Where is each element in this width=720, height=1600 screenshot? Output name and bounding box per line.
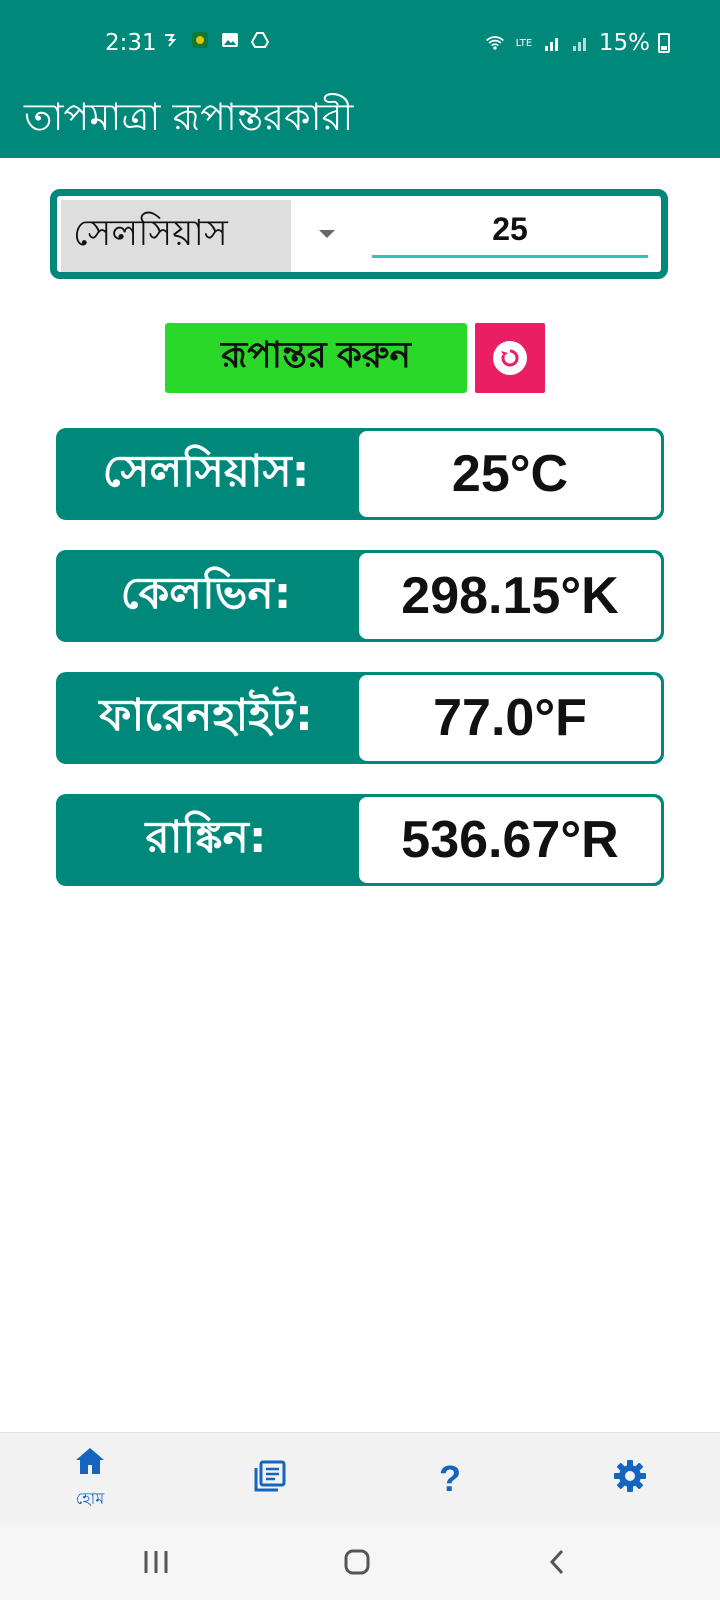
app-title: তাপমাত্রা রূপান্তরকারী: [24, 95, 354, 139]
result-row-kelvin: কেলভিন: 298.15°K: [56, 550, 664, 642]
status-system-icons: LTE 15%: [485, 30, 670, 56]
signal-icon: [571, 33, 591, 53]
bottom-navigation: হোম ?: [0, 1432, 720, 1524]
status-time: 2:31: [105, 30, 157, 56]
back-icon[interactable]: [527, 1542, 587, 1582]
help-icon: ?: [439, 1458, 461, 1499]
unit-dropdown-value: সেলসিয়াস: [73, 213, 228, 254]
dropdown-arrow-icon[interactable]: [319, 230, 335, 238]
library-icon: [253, 1459, 287, 1499]
volte-icon: LTE: [515, 37, 533, 49]
settings-icon: [613, 1459, 647, 1499]
app-icon: [190, 30, 210, 50]
app-root: 2:31 LTE 15% তাপমাত্রা রূপান্তরকারী সেলস…: [0, 0, 720, 1600]
nav-label-home: হোম: [75, 1488, 105, 1508]
result-value: 25°C: [359, 431, 661, 517]
recent-apps-icon[interactable]: [126, 1542, 186, 1582]
convert-button[interactable]: রূপান্তর করুন: [165, 323, 467, 393]
input-card: সেলসিয়াস: [50, 189, 668, 279]
signal-icon: [543, 33, 563, 53]
unit-dropdown[interactable]: সেলসিয়াস: [61, 200, 291, 272]
result-row-fahrenheit: ফারেনহাইট: 77.0°F: [56, 672, 664, 764]
result-value: 298.15°K: [359, 553, 661, 639]
nav-item-help[interactable]: ?: [390, 1433, 510, 1525]
result-label: রাঙ্কিন:: [145, 811, 267, 863]
result-label: সেলসিয়াস:: [102, 445, 310, 497]
result-row-celsius: সেলসিয়াস: 25°C: [56, 428, 664, 520]
nav-item-settings[interactable]: [570, 1433, 690, 1525]
drive-icon: [250, 30, 270, 50]
battery-icon: [658, 33, 670, 53]
status-notification-icons: [160, 30, 270, 50]
home-button-icon[interactable]: [327, 1542, 387, 1582]
home-icon: [74, 1446, 106, 1482]
nav-item-home[interactable]: হোম: [30, 1433, 150, 1525]
top-bar: 2:31 LTE 15% তাপমাত্রা রূপান্তরকারী: [0, 0, 720, 158]
wifi-icon: [485, 33, 505, 53]
reset-icon: [493, 341, 527, 375]
result-label: কেলভিন:: [120, 567, 292, 619]
reset-button[interactable]: [475, 323, 545, 393]
gallery-icon: [220, 30, 240, 50]
system-navigation-bar: [0, 1524, 720, 1600]
result-row-rankine: রাঙ্কিন: 536.67°R: [56, 794, 664, 886]
status-bar: 2:31 LTE 15%: [0, 0, 720, 86]
result-value: 536.67°R: [359, 797, 661, 883]
battery-percentage: 15%: [598, 30, 650, 56]
result-value: 77.0°F: [359, 675, 661, 761]
result-label: ফারেনহাইট:: [99, 689, 313, 741]
temperature-input[interactable]: [372, 204, 648, 258]
nav-item-library[interactable]: [210, 1433, 330, 1525]
sync-icon: [160, 30, 180, 50]
